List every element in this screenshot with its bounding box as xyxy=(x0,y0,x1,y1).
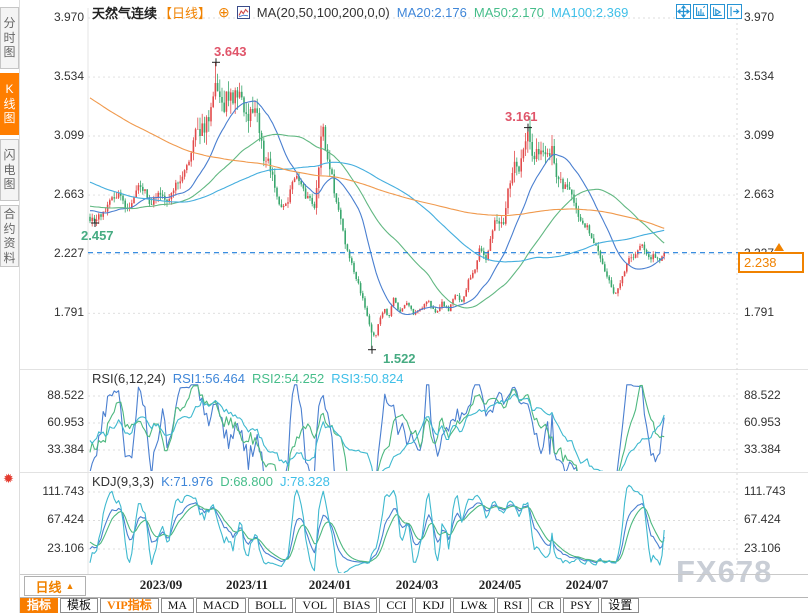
ma20-value: MA20:2.176 xyxy=(397,5,467,20)
price-extreme-label: 1.522 xyxy=(383,351,416,366)
toolbar-button-CR[interactable]: CR xyxy=(531,598,561,613)
toolbar-button-模板[interactable]: 模板 xyxy=(60,598,98,613)
chart-type-sidebar: 分时图 K线图闪电图合约资料 xyxy=(0,0,20,613)
toolbar-button-VIP指标[interactable]: VIP指标 xyxy=(100,598,159,613)
y-axis-label: 3.099 xyxy=(744,128,774,142)
rsi-panel-header: RSI(6,12,24) RSI1:56.464 RSI2:54.252 RSI… xyxy=(92,371,404,386)
y-axis-label: 111.743 xyxy=(20,484,84,498)
chart-application: FX678 天然气连续 【日线】 ⊕ MA(20,50,100,200,0,0)… xyxy=(0,0,808,613)
y-axis-label: 23.106 xyxy=(20,541,84,555)
current-price-value: 2.238 xyxy=(744,255,777,270)
y-axis-label: 33.384 xyxy=(744,442,781,456)
y-axis-label: 2.663 xyxy=(744,187,774,201)
panel-separator xyxy=(20,369,808,370)
kdj-k-value: K:71.976 xyxy=(161,474,213,489)
ma20-line xyxy=(90,101,664,314)
sidebar-tab-分时图[interactable]: 分时图 xyxy=(0,7,19,69)
labels-overlay: 3.643 2.457 1.522 3.161 3.970 3.970 3.534 3.534… xyxy=(0,0,808,613)
rsi3-value: RSI3:50.824 xyxy=(331,371,403,386)
rsi1-line xyxy=(90,385,664,483)
rsi2-line xyxy=(90,385,664,482)
indicator-toolbar: 指标模板VIP指标MAMACDBOLLVOLBIASCCIKDJLW&RSICR… xyxy=(20,597,808,613)
kdj-j-value: J:78.328 xyxy=(280,474,330,489)
price-up-arrow-icon xyxy=(774,243,784,251)
y-axis-label: 3.099 xyxy=(20,128,84,142)
kdj-panel-header: KDJ(9,3,3) K:71.976 D:68.800 J:78.328 xyxy=(92,474,330,489)
period-tag: 【日线】 xyxy=(159,3,211,22)
panel-separator xyxy=(20,472,808,473)
ma100-line xyxy=(90,162,664,262)
ma50-line xyxy=(90,134,664,308)
y-axis-label: 2.227 xyxy=(20,246,84,260)
y-axis-label: 60.953 xyxy=(744,415,781,429)
toolbar-button-VOL[interactable]: VOL xyxy=(295,598,334,613)
y-axis-label: 23.106 xyxy=(744,541,781,555)
price-extreme-label: 2.457 xyxy=(81,228,114,243)
y-axis-label: 1.791 xyxy=(744,305,774,319)
toolbar-button-PSY[interactable]: PSY xyxy=(563,598,599,613)
current-price-box: 2.238 xyxy=(738,252,804,273)
ma-settings-label: MA(20,50,100,200,0,0) xyxy=(257,5,390,20)
axis-play-icon[interactable] xyxy=(710,4,725,19)
price-extreme-label: 3.643 xyxy=(214,44,247,59)
period-selector[interactable]: 日线 ▲ xyxy=(24,576,86,596)
toolbar-button-设置[interactable]: 设置 xyxy=(601,598,639,613)
main-chart-header: 天然气连续 【日线】 ⊕ MA(20,50,100,200,0,0) MA20:… xyxy=(92,3,628,22)
y-axis-label: 67.424 xyxy=(20,512,84,526)
y-axis-label: 1.791 xyxy=(20,305,84,319)
sidebar-tab-K线图[interactable]: K线图 xyxy=(0,73,19,135)
chart-canvas xyxy=(0,0,808,613)
y-axis-label: 88.522 xyxy=(20,388,84,402)
window-controls xyxy=(676,4,742,19)
period-label: 日线 xyxy=(36,577,62,596)
rsi3-line xyxy=(90,394,664,483)
y-axis-label: 33.384 xyxy=(20,442,84,456)
x-axis-row: 日线 ▲ xyxy=(20,574,808,597)
y-axis-label: 3.970 xyxy=(20,10,84,24)
kdj-k-line xyxy=(90,503,664,563)
kdj-d-value: D:68.800 xyxy=(220,474,273,489)
y-axis-label: 111.743 xyxy=(744,484,786,498)
axis-scale-icon[interactable] xyxy=(693,4,708,19)
toolbar-button-LW&[interactable]: LW& xyxy=(453,598,494,613)
rsi-title: RSI(6,12,24) xyxy=(92,371,166,386)
kdj-j-line xyxy=(90,485,664,574)
ma100-value: MA100:2.369 xyxy=(551,5,628,20)
toolbar-button-KDJ[interactable]: KDJ xyxy=(415,598,451,613)
sidebar-tab-闪电图[interactable]: 闪电图 xyxy=(0,139,19,201)
sidebar-tab-合约资料[interactable]: 合约资料 xyxy=(0,205,19,267)
candlestick-series xyxy=(89,62,665,349)
kdj-d-line xyxy=(90,505,664,562)
pop-out-icon[interactable] xyxy=(727,4,742,19)
hot-indicator-icon[interactable]: ✹ xyxy=(3,472,14,485)
price-extreme-label: 3.161 xyxy=(505,109,538,124)
symbol-name: 天然气连续 xyxy=(92,3,157,22)
add-indicator-icon[interactable]: ⊕ xyxy=(218,6,230,19)
y-axis-label: 2.663 xyxy=(20,187,84,201)
toolbar-button-MACD[interactable]: MACD xyxy=(196,598,246,613)
toolbar-button-RSI[interactable]: RSI xyxy=(497,598,530,613)
toolbar-button-指标[interactable]: 指标 xyxy=(20,598,58,613)
chart-logo-icon xyxy=(237,6,250,19)
ma200-line xyxy=(90,98,664,228)
move-icon[interactable] xyxy=(676,4,691,19)
rsi2-value: RSI2:54.252 xyxy=(252,371,324,386)
toolbar-button-CCI[interactable]: CCI xyxy=(379,598,413,613)
y-axis-label: 3.970 xyxy=(744,10,774,24)
ma50-value: MA50:2.170 xyxy=(474,5,544,20)
y-axis-label: 3.534 xyxy=(20,69,84,83)
toolbar-button-MA[interactable]: MA xyxy=(161,598,194,613)
toolbar-button-BIAS[interactable]: BIAS xyxy=(336,598,377,613)
y-axis-label: 3.534 xyxy=(744,69,774,83)
rsi1-value: RSI1:56.464 xyxy=(173,371,245,386)
kdj-title: KDJ(9,3,3) xyxy=(92,474,154,489)
y-axis-label: 67.424 xyxy=(744,512,781,526)
y-axis-label: 60.953 xyxy=(20,415,84,429)
period-arrow-icon: ▲ xyxy=(66,581,75,591)
y-axis-label: 88.522 xyxy=(744,388,781,402)
toolbar-button-BOLL[interactable]: BOLL xyxy=(248,598,293,613)
